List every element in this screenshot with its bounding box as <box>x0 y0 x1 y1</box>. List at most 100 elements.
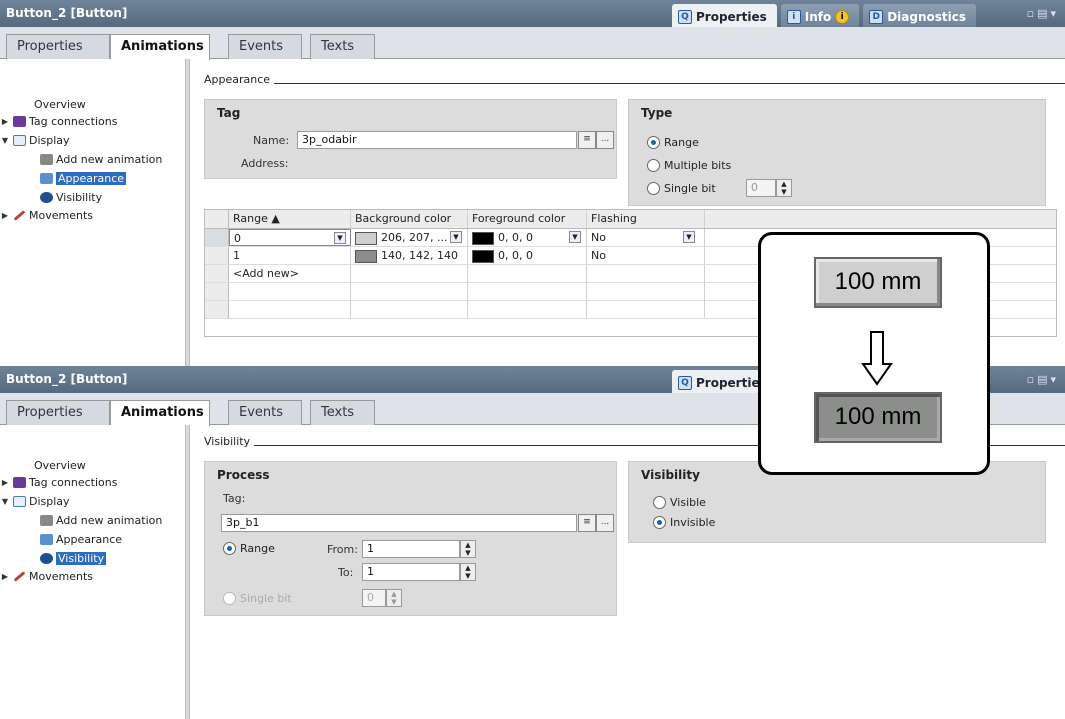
type-multiple-bits-radio[interactable]: Multiple bits <box>647 159 731 172</box>
expand-arrow-icon[interactable]: ▶ <box>0 572 10 581</box>
nav-label-selected: Visibility <box>56 552 107 565</box>
splitter-handle[interactable] <box>185 59 190 366</box>
color-swatch <box>355 231 377 245</box>
dropdown-arrow-icon[interactable]: ▼ <box>683 231 695 243</box>
tab-events[interactable]: Events <box>228 400 302 425</box>
tab-events[interactable]: Events <box>228 34 302 59</box>
eye-icon <box>40 553 53 564</box>
tag-input[interactable]: 3p_b1 <box>221 514 577 532</box>
nav-display[interactable]: ▼ Display <box>0 134 70 147</box>
collapse-arrow-icon[interactable]: ▼ <box>0 136 10 145</box>
window-controls-icon[interactable]: ▫▤▾ <box>1027 7 1059 20</box>
nav-label: Display <box>29 134 70 147</box>
sort-asc-icon: ▲ <box>271 212 280 225</box>
col-flashing[interactable]: Flashing <box>587 210 705 228</box>
tab-texts[interactable]: Texts <box>310 400 375 425</box>
nav-appearance[interactable]: Appearance <box>40 533 122 546</box>
dropdown-arrow-icon[interactable]: ▼ <box>450 231 462 243</box>
from-label: From: <box>327 543 358 556</box>
single-bit-input[interactable]: 0 <box>362 589 386 607</box>
nav-movements[interactable]: ▶ Movements <box>0 209 93 222</box>
nav-label: Movements <box>29 209 93 222</box>
collapse-arrow-icon[interactable]: ▼ <box>0 497 10 506</box>
expand-arrow-icon[interactable]: ▶ <box>0 478 10 487</box>
button-state-illustration: 100 mm 100 mm <box>758 232 990 475</box>
col-background-color[interactable]: Background color <box>351 210 468 228</box>
nav-movements[interactable]: ▶ Movements <box>0 570 93 583</box>
nav-label: Visibility <box>56 191 103 204</box>
tab-properties[interactable]: Properties <box>6 400 110 425</box>
spinner-icon[interactable]: ▲ ▼ <box>460 563 476 581</box>
nav-tag-connections[interactable]: ▶ Tag connections <box>0 476 118 489</box>
nav-visibility[interactable]: Visibility <box>40 552 107 565</box>
nav-display[interactable]: ▼ Display <box>0 495 70 508</box>
bg-color-cell[interactable]: 206, 207, ... ▼ <box>351 229 468 246</box>
type-range-radio[interactable]: Range <box>647 136 699 149</box>
browse-button[interactable]: ... <box>596 131 614 149</box>
tab-info[interactable]: i Info i <box>780 4 860 27</box>
nav-label: Appearance <box>56 533 123 546</box>
dropdown-arrow-icon[interactable]: ▼ <box>334 232 346 244</box>
flashing-cell[interactable]: No <box>587 247 705 264</box>
tab-properties[interactable]: Properties <box>6 34 110 59</box>
spinner-icon[interactable]: ▲ ▼ <box>460 540 476 558</box>
nav-tag-connections[interactable]: ▶ Tag connections <box>0 115 118 128</box>
nav-visibility[interactable]: Visibility <box>40 191 102 204</box>
process-group: Process Tag: 3p_b1 ≡ ... Range From: 1 ▲… <box>204 461 617 616</box>
movement-icon <box>13 571 26 582</box>
window-controls-icon[interactable]: ▫▤▾ <box>1027 373 1059 386</box>
group-header: Type <box>641 106 673 120</box>
bg-color-cell[interactable]: 140, 142, 140 <box>351 247 468 264</box>
tab-texts[interactable]: Texts <box>310 34 375 59</box>
spinner-icon[interactable]: ▲ ▼ <box>776 179 792 197</box>
splitter-handle[interactable] <box>185 425 190 719</box>
range-cell[interactable]: 1 <box>229 247 351 264</box>
type-single-bit-radio[interactable]: Single bit <box>647 182 716 195</box>
spinner-icon[interactable]: ▲ ▼ <box>386 589 402 607</box>
nav-add-new-animation[interactable]: Add new animation <box>40 514 162 527</box>
section-title: Appearance <box>204 73 271 86</box>
add-new-cell[interactable]: <Add new> <box>229 265 351 282</box>
radio-label: Visible <box>670 496 706 509</box>
visible-radio[interactable]: Visible <box>653 496 706 509</box>
tag-connection-icon <box>13 477 26 488</box>
nav-overview[interactable]: Overview <box>34 459 86 472</box>
fg-color-cell[interactable]: 0, 0, 0 ▼ <box>468 229 587 246</box>
range-cell[interactable]: 0 ▼ <box>229 229 351 246</box>
to-label: To: <box>338 566 354 579</box>
tab-properties-inspector[interactable]: Q Properties <box>672 4 777 27</box>
invisible-radio[interactable]: Invisible <box>653 516 715 529</box>
tab-diagnostics[interactable]: D Diagnostics <box>863 4 977 27</box>
browse-button[interactable]: ... <box>596 514 614 532</box>
tab-animations[interactable]: Animations <box>110 34 210 60</box>
nav-overview[interactable]: Overview <box>34 98 86 111</box>
radio-label: Invisible <box>670 516 716 529</box>
tag-list-icon[interactable]: ≡ <box>578 514 596 532</box>
col-foreground-color[interactable]: Foreground color <box>468 210 587 228</box>
fg-color-cell[interactable]: 0, 0, 0 <box>468 247 587 264</box>
tag-name-input[interactable]: 3p_odabir <box>297 131 577 149</box>
button-pressed-preview: 100 mm <box>814 392 942 443</box>
nav-label: Add new animation <box>56 153 163 166</box>
process-range-radio[interactable]: Range <box>223 542 275 555</box>
expand-arrow-icon[interactable]: ▶ <box>0 117 10 126</box>
from-input[interactable]: 1 <box>362 540 460 558</box>
section-title: Visibility <box>204 435 251 448</box>
tag-list-icon[interactable]: ≡ <box>578 131 596 149</box>
dropdown-arrow-icon[interactable]: ▼ <box>569 231 581 243</box>
color-swatch <box>472 249 494 263</box>
single-bit-input[interactable]: 0 <box>746 179 776 197</box>
to-input[interactable]: 1 <box>362 563 460 581</box>
cell-value: No <box>591 231 606 244</box>
add-animation-icon <box>40 515 53 526</box>
nav-appearance[interactable]: Appearance <box>40 172 127 185</box>
appearance-icon <box>40 534 53 545</box>
col-range[interactable]: Range ▲ <box>229 210 351 228</box>
tab-animations[interactable]: Animations <box>110 400 210 426</box>
appearance-icon <box>40 173 53 184</box>
info-icon: i <box>786 10 801 24</box>
expand-arrow-icon[interactable]: ▶ <box>0 211 10 220</box>
flashing-cell[interactable]: No ▼ <box>587 229 705 246</box>
process-single-bit-radio[interactable]: Single bit <box>223 592 292 605</box>
nav-add-new-animation[interactable]: Add new animation <box>40 153 162 166</box>
